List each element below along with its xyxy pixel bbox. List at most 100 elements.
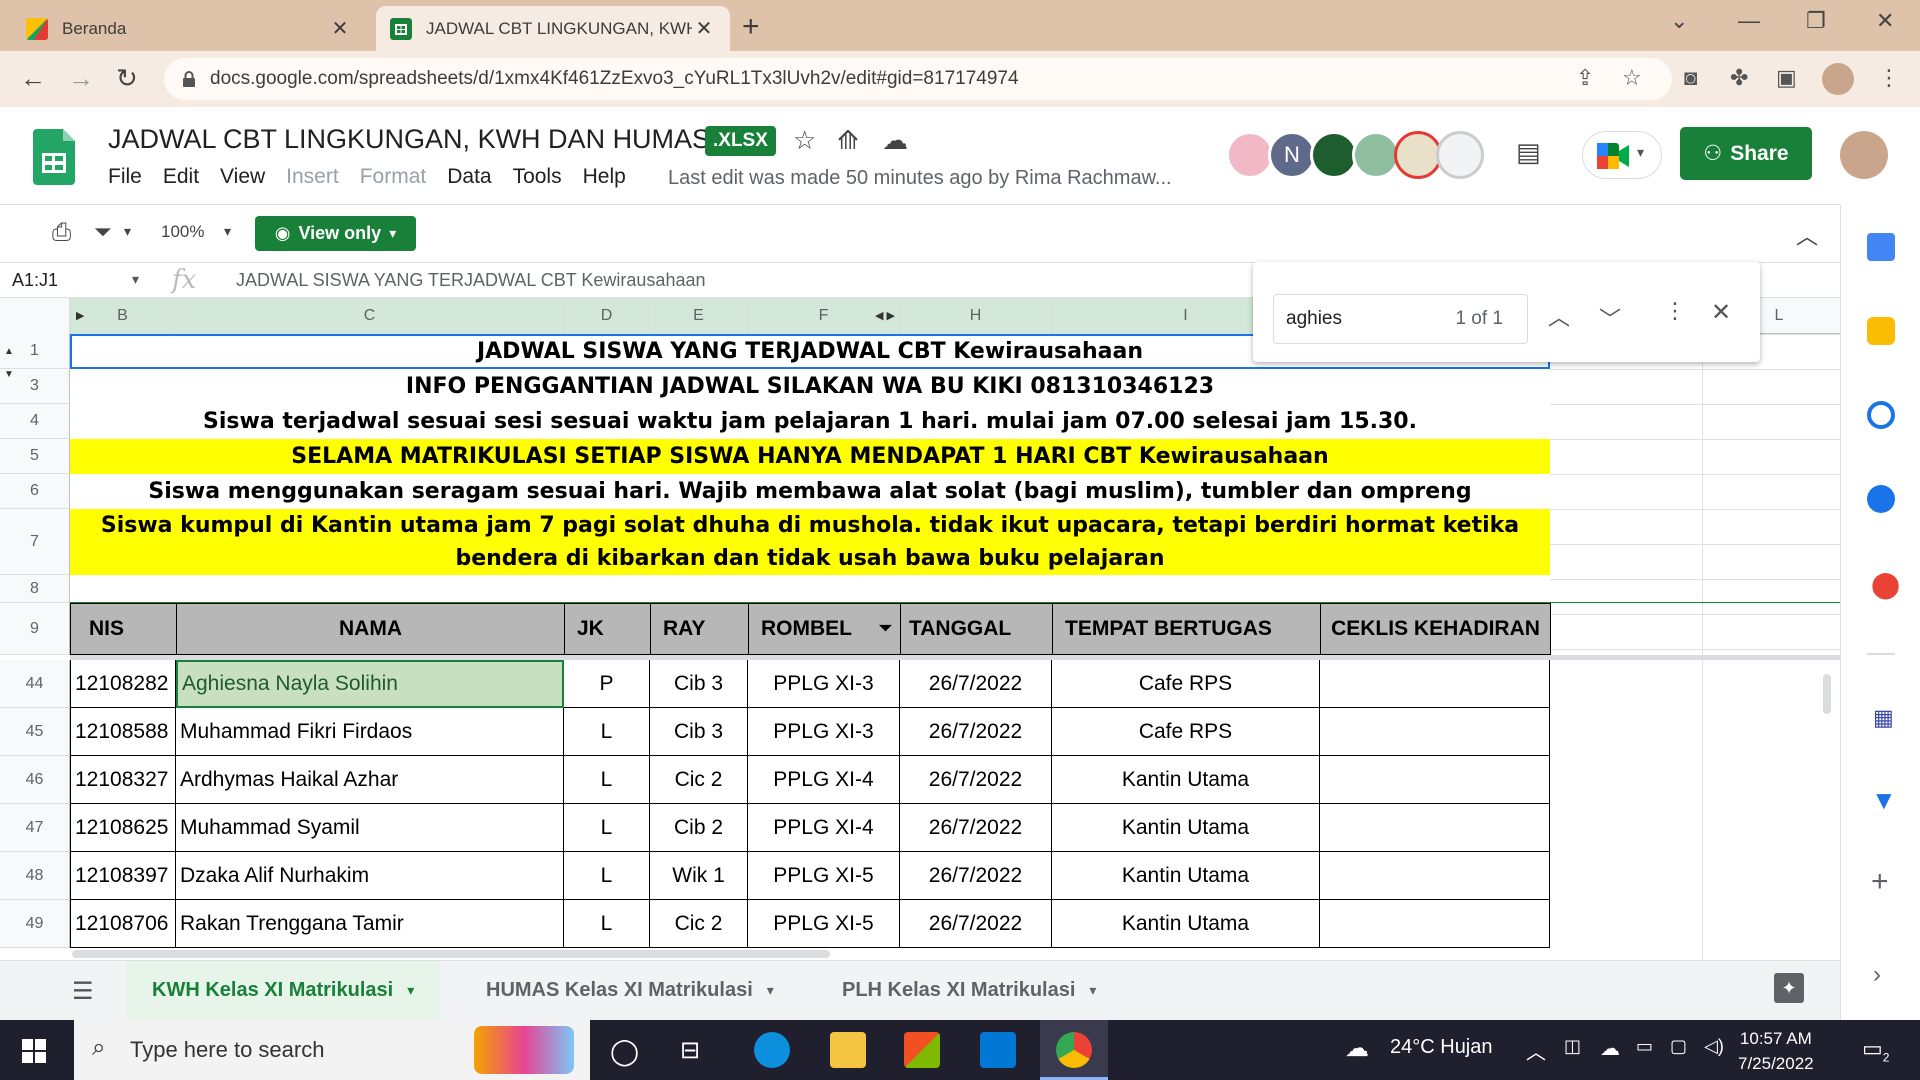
last-edit-link[interactable]: Last edit was made 50 minutes ago by Rim… <box>668 167 1172 190</box>
filter-icon[interactable]: ⏷ <box>94 219 112 245</box>
row-header-46[interactable]: 46 <box>0 756 70 804</box>
cell-nama[interactable]: Muhammad Fikri Firdaos <box>176 708 564 756</box>
row-header-7[interactable]: 7 <box>0 509 70 575</box>
column-header-c[interactable]: C <box>176 298 564 334</box>
cell-tanggal[interactable]: 26/7/2022 <box>900 852 1052 900</box>
expand-columns-icon[interactable]: ▶ <box>76 298 84 334</box>
addon-flow-icon[interactable]: ▼ <box>1871 785 1897 816</box>
column-header-e[interactable]: E <box>650 298 748 334</box>
row-header-48[interactable]: 48 <box>0 852 70 900</box>
cell-ceklis-kehadiran[interactable] <box>1320 660 1550 708</box>
address-bar[interactable]: docs.google.com/spreadsheets/d/1xmx4Kf46… <box>164 58 1672 100</box>
horizontal-scroll-thumb[interactable] <box>72 950 830 958</box>
name-box[interactable]: A1:J1 <box>12 270 58 291</box>
cell-nama[interactable]: Muhammad Syamil <box>176 804 564 852</box>
header-tempat-bertugas[interactable]: TEMPAT BERTUGAS <box>1052 603 1321 655</box>
menu-view[interactable]: View <box>220 165 265 189</box>
notification-center-icon[interactable]: ▭2 <box>1862 1036 1889 1064</box>
edge-icon[interactable] <box>754 1032 790 1068</box>
comments-icon[interactable]: ▤ <box>1516 137 1541 168</box>
name-box-dropdown-icon[interactable]: ▾ <box>132 271 139 288</box>
new-tab-icon[interactable]: + <box>742 10 760 44</box>
menu-file[interactable]: File <box>108 165 142 189</box>
cell-ceklis-kehadiran[interactable] <box>1320 852 1550 900</box>
zoom-select[interactable]: 100% <box>161 222 204 242</box>
cell-nama-found-match[interactable]: Aghiesna Nayla Solihin <box>176 660 564 708</box>
minimize-icon[interactable]: — <box>1738 8 1760 34</box>
menu-edit[interactable]: Edit <box>163 165 199 189</box>
header-ray[interactable]: RAY <box>650 603 749 655</box>
show-hidden-icons[interactable]: ︿ <box>1526 1036 1546 1065</box>
formula-content[interactable]: JADWAL SISWA YANG TERJADWAL CBT Kewiraus… <box>236 270 706 291</box>
cell-ray[interactable]: Wik 1 <box>650 852 748 900</box>
cell-jk[interactable]: L <box>564 900 650 948</box>
more-collaborators-icon[interactable] <box>1436 131 1484 179</box>
row-header-1[interactable]: ▲ 1 <box>0 334 70 369</box>
filter-applied-icon[interactable]: ⏷ <box>879 620 892 638</box>
cell-tempat-bertugas[interactable]: Kantin Utama <box>1052 900 1320 948</box>
move-to-drive-icon[interactable]: ⟰ <box>837 125 859 156</box>
select-all-corner[interactable] <box>0 298 70 334</box>
cell-jk[interactable]: P <box>564 660 650 708</box>
cell-tanggal[interactable]: 26/7/2022 <box>900 708 1052 756</box>
maps-icon[interactable]: ⬤ <box>1871 569 1900 600</box>
previous-match-icon[interactable]: ︿ <box>1548 300 1570 332</box>
sheets-logo-icon[interactable] <box>33 129 75 185</box>
menu-data[interactable]: Data <box>447 165 491 189</box>
task-view-icon[interactable]: ◯ <box>610 1036 639 1067</box>
battery-icon[interactable]: ▭ <box>1636 1036 1653 1057</box>
column-header-b[interactable]: ▶ B <box>70 298 176 334</box>
cell-tanggal[interactable]: 26/7/2022 <box>900 660 1052 708</box>
cell-ray[interactable]: Cib 3 <box>650 708 748 756</box>
forward-icon[interactable]: → <box>68 63 94 94</box>
header-nis[interactable]: NIS <box>70 603 177 655</box>
row-header-44[interactable]: 44 <box>0 660 70 708</box>
addon-form-icon[interactable]: ▦ <box>1873 705 1894 731</box>
banner-matrikulasi-cell[interactable]: SELAMA MATRIKULASI SETIAP SISWA HANYA ME… <box>70 439 1550 474</box>
onedrive-icon[interactable]: ☁ <box>1600 1036 1620 1061</box>
tab-search-icon[interactable]: ⌄ <box>1670 8 1688 34</box>
all-sheets-icon[interactable]: ☰ <box>72 977 94 1006</box>
find-input[interactable]: aghies 1 of 1 <box>1273 294 1528 344</box>
close-tab-icon[interactable]: ✕ <box>328 16 352 41</box>
row-header-47[interactable]: 47 <box>0 804 70 852</box>
share-page-icon[interactable]: ⇪ <box>1576 65 1594 91</box>
cell-rombel[interactable]: PPLG XI-3 <box>748 708 900 756</box>
cloud-status-icon[interactable]: ☁ <box>882 125 908 156</box>
cell-ray[interactable]: Cib 2 <box>650 804 748 852</box>
cell-rombel[interactable]: PPLG XI-5 <box>748 900 900 948</box>
row-header-4[interactable]: 4 <box>0 404 70 439</box>
row-header-5[interactable]: 5 <box>0 439 70 474</box>
browser-menu-icon[interactable]: ⋮ <box>1878 65 1900 91</box>
collaborator-avatar[interactable] <box>1352 131 1400 179</box>
collapse-toolbar-icon[interactable]: ︿ <box>1796 219 1818 251</box>
calendar-icon[interactable] <box>1867 233 1895 261</box>
file-explorer-icon[interactable] <box>830 1032 866 1068</box>
view-only-button[interactable]: ◉ View only ▾ <box>255 216 416 251</box>
cell-nis[interactable]: 12108706 <box>70 900 176 948</box>
tasks-icon[interactable] <box>1867 401 1895 429</box>
row-header-3[interactable]: ▼ 3 <box>0 369 70 404</box>
cell-rombel[interactable]: PPLG XI-3 <box>748 660 900 708</box>
mail-icon[interactable] <box>980 1032 1016 1068</box>
volume-icon[interactable]: ◁) <box>1704 1036 1724 1057</box>
vertical-scroll-thumb[interactable] <box>1823 674 1831 714</box>
banner-uniform-cell[interactable]: Siswa menggunakan seragam sesuai hari. W… <box>70 474 1550 509</box>
cell-ceklis-kehadiran[interactable] <box>1320 756 1550 804</box>
cell-nis[interactable]: 12108397 <box>70 852 176 900</box>
collaborator-avatar-n[interactable]: N <box>1268 131 1316 179</box>
contacts-icon[interactable] <box>1867 485 1895 513</box>
column-header-d[interactable]: D <box>564 298 650 334</box>
explore-icon[interactable]: ✦ <box>1774 973 1804 1003</box>
cell-tanggal[interactable]: 26/7/2022 <box>900 804 1052 852</box>
banner-info-cell[interactable]: INFO PENGGANTIAN JADWAL SILAKAN WA BU KI… <box>70 369 1550 404</box>
widgets-icon[interactable]: ⊟ <box>680 1036 700 1065</box>
close-find-icon[interactable]: ✕ <box>1711 298 1731 327</box>
weather-text[interactable]: 24°C Hujan <box>1390 1036 1493 1059</box>
cell-ceklis-kehadiran[interactable] <box>1320 804 1550 852</box>
cell-rombel[interactable]: PPLG XI-4 <box>748 756 900 804</box>
next-match-icon[interactable]: ﹀ <box>1599 302 1621 334</box>
column-header-h[interactable]: H <box>900 298 1052 334</box>
cell-ray[interactable]: Cib 3 <box>650 660 748 708</box>
column-header-f[interactable]: F ◀ ▶ <box>748 298 900 334</box>
